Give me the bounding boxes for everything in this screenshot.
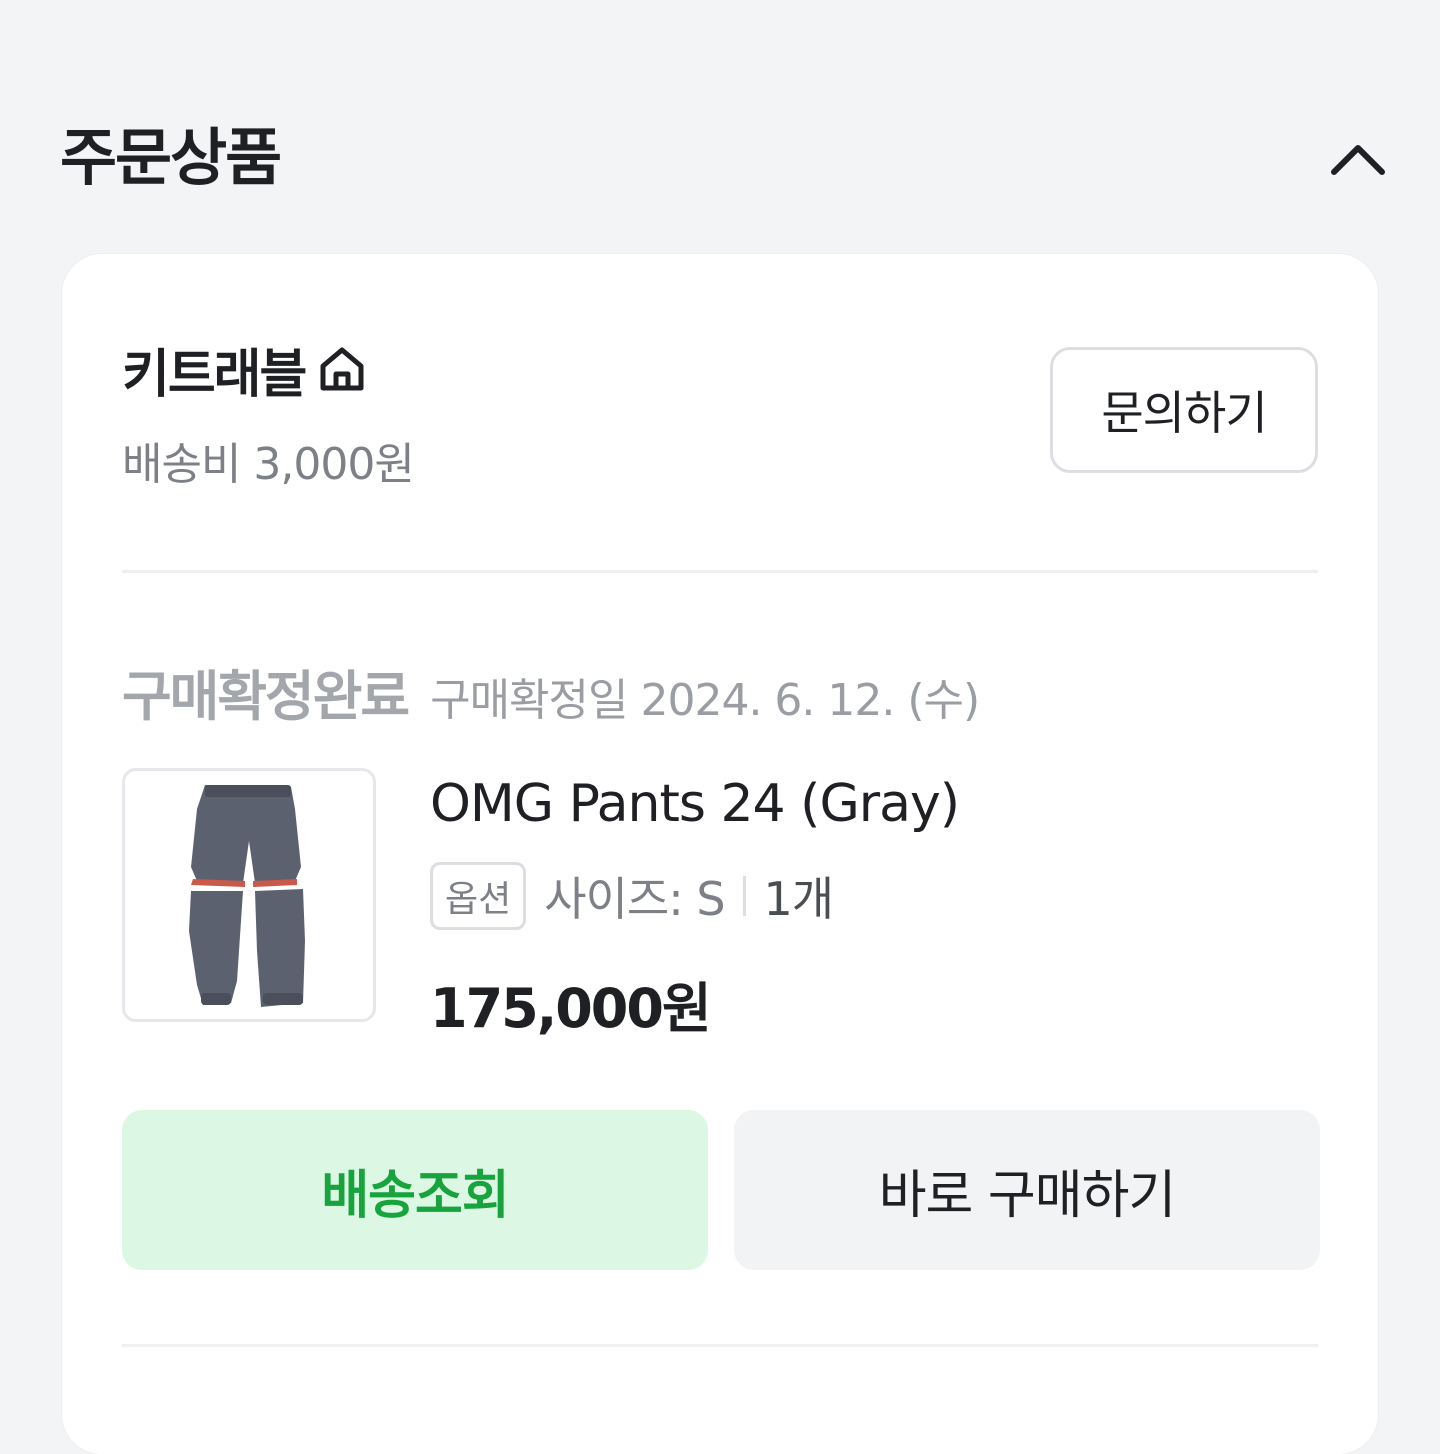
- track-delivery-button[interactable]: 배송조회: [122, 1110, 708, 1270]
- order-status: 구매확정완료: [122, 665, 410, 728]
- seller-name[interactable]: 키트래블: [122, 332, 307, 407]
- shipping-fee: 배송비 3,000원: [122, 439, 415, 490]
- section-title: 주문상품: [60, 121, 282, 194]
- product-name[interactable]: OMG Pants 24 (Gray): [430, 774, 960, 834]
- seller-name-line[interactable]: 키트래블: [122, 332, 367, 407]
- confirm-date: 구매확정일 2024. 6. 12. (수): [430, 675, 980, 726]
- option-line: 옵션 사이즈: S 1개: [430, 862, 835, 930]
- action-buttons: 배송조회 바로 구매하기: [122, 1110, 1320, 1270]
- order-card: 키트래블 배송비 3,000원 문의하기 구매확정완료 구매확정일 2024. …: [62, 254, 1378, 1454]
- product-price: 175,000원: [430, 977, 712, 1040]
- buy-again-button[interactable]: 바로 구매하기: [734, 1110, 1320, 1270]
- divider: [122, 1344, 1318, 1347]
- option-badge: 옵션: [430, 862, 527, 930]
- order-status-line: 구매확정완료 구매확정일 2024. 6. 12. (수): [122, 652, 980, 731]
- divider: [122, 570, 1318, 573]
- product-row[interactable]: OMG Pants 24 (Gray) 옵션 사이즈: S 1개 175,000…: [122, 768, 1318, 1040]
- inquiry-button[interactable]: 문의하기: [1050, 347, 1318, 473]
- quantity: 1개: [763, 872, 835, 926]
- product-thumbnail[interactable]: [122, 768, 376, 1022]
- collapse-button[interactable]: [1326, 126, 1390, 190]
- home-icon[interactable]: [317, 344, 367, 394]
- gray-convertible-pants-image: [189, 785, 305, 1007]
- separator: [742, 876, 746, 916]
- seller-row: 키트래블 배송비 3,000원 문의하기: [122, 334, 1318, 494]
- option-value: 사이즈: S: [544, 872, 725, 926]
- order-items-header: 주문상품: [60, 118, 1390, 198]
- chevron-up-icon: [1331, 145, 1385, 175]
